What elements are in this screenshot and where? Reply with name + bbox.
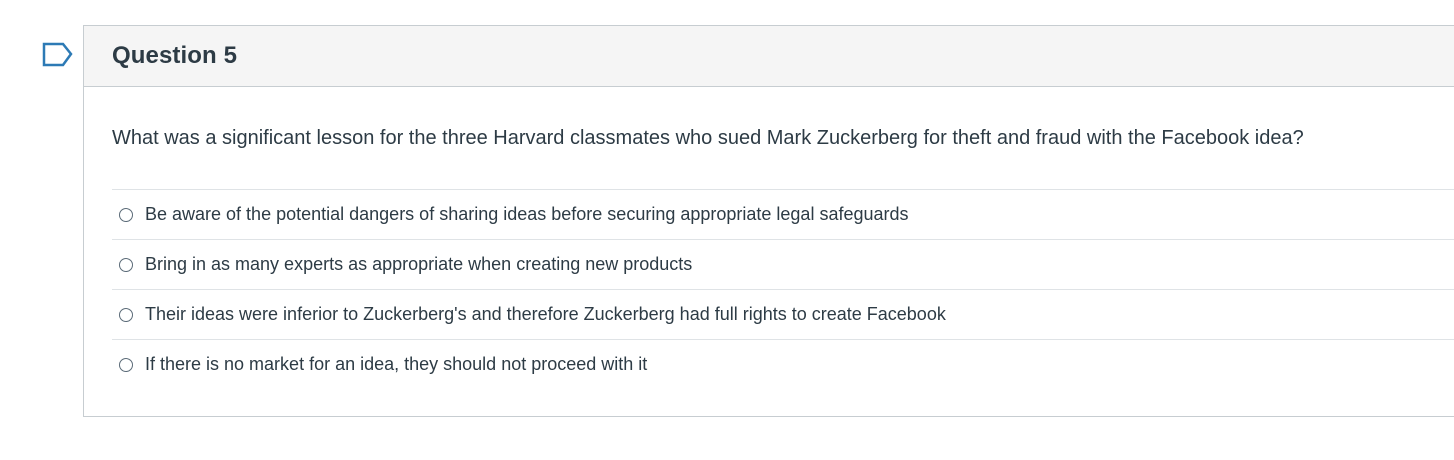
question-header: Question 5 — [84, 26, 1454, 87]
answer-label: Bring in as many experts as appropriate … — [145, 254, 693, 274]
flag-question-icon[interactable] — [42, 42, 74, 68]
answer-option[interactable]: Their ideas were inferior to Zuckerberg'… — [112, 290, 1454, 340]
radio-button[interactable] — [119, 357, 133, 372]
answer-label: Their ideas were inferior to Zuckerberg'… — [145, 304, 946, 324]
radio-button[interactable] — [119, 257, 133, 272]
radio-button[interactable] — [119, 307, 133, 322]
answer-option[interactable]: If there is no market for an idea, they … — [112, 340, 1454, 389]
answer-option[interactable]: Be aware of the potential dangers of sha… — [112, 190, 1454, 240]
answer-list: Be aware of the potential dangers of sha… — [112, 189, 1454, 389]
question-text: What was a significant lesson for the th… — [112, 127, 1304, 149]
answer-label: If there is no market for an idea, they … — [145, 354, 648, 374]
answer-label: Be aware of the potential dangers of sha… — [145, 204, 909, 224]
question-card: Question 5 What was a significant lesson… — [83, 25, 1454, 417]
answer-option[interactable]: Bring in as many experts as appropriate … — [112, 240, 1454, 290]
radio-button[interactable] — [119, 207, 133, 222]
question-title: Question 5 — [112, 42, 238, 69]
